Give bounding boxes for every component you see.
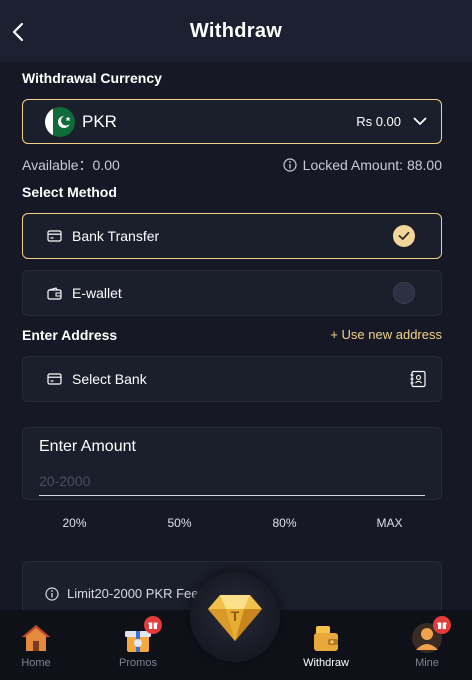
tab-label: Home: [21, 657, 51, 669]
info-icon[interactable]: [283, 158, 297, 172]
wallet-coins-icon: [310, 622, 342, 654]
tab-home[interactable]: Home: [0, 610, 72, 680]
currency-section-label: Withdrawal Currency: [22, 70, 162, 86]
balance-info-row: Available：0.00 Locked Amount: 88.00: [22, 156, 442, 174]
house-icon: [20, 622, 52, 654]
gift-badge-icon: [433, 616, 451, 634]
tab-label: Mine: [415, 657, 439, 669]
address-book-icon[interactable]: [409, 370, 427, 388]
amount-input[interactable]: [39, 466, 425, 496]
diamond-icon: T: [208, 595, 262, 641]
wallet-icon: [47, 286, 63, 300]
svg-text:T: T: [231, 608, 240, 624]
quick-amount-row: 20% 50% 80% MAX: [22, 516, 442, 536]
back-button[interactable]: [6, 18, 30, 46]
method-label: E-wallet: [72, 285, 122, 301]
available-balance: Available：0.00: [22, 157, 120, 173]
method-label: Bank Transfer: [72, 228, 160, 244]
tab-label: Promos: [119, 657, 157, 669]
amount-panel: Enter Amount: [22, 427, 442, 500]
checkmark-icon: [393, 225, 415, 247]
tab-mine[interactable]: Mine: [391, 610, 463, 680]
currency-selector[interactable]: PKR Rs 0.00: [22, 99, 442, 144]
card-icon: [47, 372, 63, 386]
card-icon: [47, 229, 63, 243]
radio-unchecked: [393, 282, 415, 304]
page-title: Withdraw: [189, 19, 283, 42]
method-section-label: Select Method: [22, 184, 117, 200]
info-icon: [45, 586, 59, 601]
currency-code: PKR: [82, 111, 117, 131]
tab-label: Withdraw: [303, 657, 349, 669]
gift-box-icon: [122, 616, 162, 654]
quick-amount-max[interactable]: MAX: [337, 516, 442, 536]
quick-amount-20[interactable]: 20%: [22, 516, 127, 536]
select-bank-field[interactable]: Select Bank: [22, 356, 442, 402]
quick-amount-80[interactable]: 80%: [232, 516, 337, 536]
user-avatar-icon: [411, 616, 451, 654]
chevron-down-icon: [413, 117, 427, 126]
gift-badge-icon: [144, 616, 162, 634]
tab-promos[interactable]: Promos: [102, 610, 174, 680]
quick-amount-50[interactable]: 50%: [127, 516, 232, 536]
locked-amount-text: Locked Amount: 88.00: [302, 157, 442, 173]
method-bank-transfer[interactable]: Bank Transfer: [22, 213, 442, 259]
amount-title: Enter Amount: [39, 438, 136, 455]
header-bar: Withdraw: [0, 0, 472, 62]
center-diamond-button[interactable]: T: [190, 572, 280, 662]
select-bank-label: Select Bank: [72, 371, 147, 387]
use-new-address-link[interactable]: + Use new address: [330, 327, 442, 342]
address-section-label: Enter Address: [22, 327, 118, 343]
pakistan-flag-icon: [45, 106, 75, 137]
method-e-wallet[interactable]: E-wallet: [22, 270, 442, 316]
chevron-left-icon: [12, 22, 24, 42]
currency-balance: Rs 0.00: [356, 114, 401, 129]
tab-withdraw[interactable]: Withdraw: [290, 610, 362, 680]
locked-amount: Locked Amount: 88.00: [283, 157, 442, 173]
